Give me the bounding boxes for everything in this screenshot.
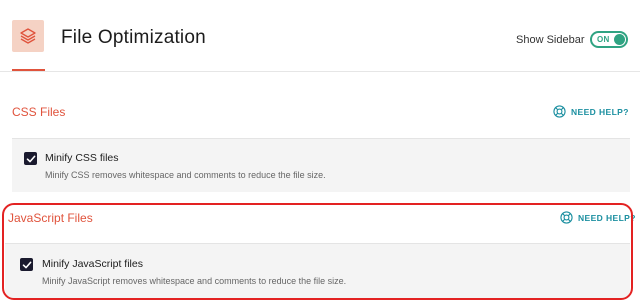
minify-css-description: Minify CSS removes whitespace and commen… xyxy=(45,170,326,180)
annotation-highlight-box xyxy=(2,203,633,300)
minify-css-checkbox[interactable] xyxy=(24,152,37,165)
minify-css-label: Minify CSS files xyxy=(45,152,119,164)
need-help-label: NEED HELP? xyxy=(571,106,629,117)
toggle-knob xyxy=(614,34,625,45)
css-files-title: CSS Files xyxy=(12,105,66,119)
checkmark-icon xyxy=(26,155,35,162)
css-files-section-header: CSS Files NEED HELP? xyxy=(0,72,640,138)
show-sidebar-label: Show Sidebar xyxy=(516,34,585,46)
page-title: File Optimization xyxy=(61,27,206,48)
show-sidebar-toggle[interactable]: ON xyxy=(590,31,628,48)
layers-icon xyxy=(12,20,44,52)
minify-css-option: Minify CSS files Minify CSS removes whit… xyxy=(12,138,630,192)
page-header: File Optimization Show Sidebar ON xyxy=(0,0,640,72)
toggle-state-label: ON xyxy=(597,35,610,44)
css-need-help-link[interactable]: NEED HELP? xyxy=(553,105,629,118)
lifebuoy-icon xyxy=(553,105,566,118)
